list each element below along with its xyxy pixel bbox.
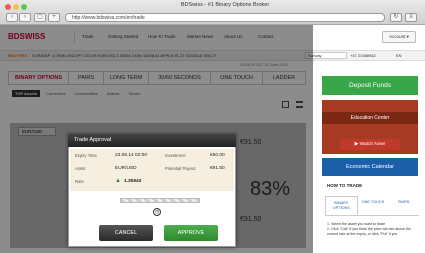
back-icon[interactable]: ‹ xyxy=(6,13,18,22)
phone-number: +47 21988982 xyxy=(350,53,376,58)
economic-calendar-button[interactable]: Economic Calendar xyxy=(322,158,418,176)
payout-value: €91.50 xyxy=(210,166,225,171)
expiry-label: Expiry Time xyxy=(75,153,97,158)
how-to-trade-tabs: BINARY OPTIONS ONE TOUCH PAIRS xyxy=(325,196,419,216)
clock-icon: ◷ xyxy=(153,208,161,216)
investment-value: €50.00 xyxy=(210,153,225,158)
close-window-icon[interactable] xyxy=(5,4,11,10)
reload-icon[interactable]: ↻ xyxy=(390,13,402,22)
education-center-title: Education Center xyxy=(322,112,418,124)
deposit-funds-button[interactable]: Deposit Funds xyxy=(322,76,418,95)
reader-icon[interactable]: ≡ xyxy=(405,13,417,22)
asset-value: EUR/USD xyxy=(115,166,137,171)
play-icon: ▶ xyxy=(354,142,359,147)
approve-button[interactable]: APPROVE xyxy=(164,225,218,241)
chevron-down-icon: ▾ xyxy=(406,34,409,39)
investment-label: Investment xyxy=(165,153,186,158)
how-to-steps: 1. Select the asset you want to trade 2.… xyxy=(327,222,417,237)
rate-label: Rate xyxy=(75,179,84,184)
address-bar[interactable]: http://www.bdswiss.com/en/trade xyxy=(65,13,385,22)
dialog-title: Trade Approval xyxy=(68,134,236,147)
share-icon[interactable]: ▢ xyxy=(34,13,46,22)
arrow-up-icon: ▲ xyxy=(115,178,121,184)
forward-icon[interactable]: › xyxy=(19,13,31,22)
processing-progress-bar xyxy=(120,198,200,203)
add-tab-icon[interactable]: + xyxy=(48,13,60,22)
watch-now-button[interactable]: ▶ Watch Now! xyxy=(340,139,400,150)
window-title: BDSwiss - #1 Binary Options Broker xyxy=(180,2,270,8)
account-button[interactable]: Account ▾ xyxy=(382,31,416,43)
howto-tab-binary-options[interactable]: BINARY OPTIONS xyxy=(325,196,358,215)
how-to-trade-heading: HOW TO TRADE xyxy=(327,183,363,188)
cancel-button[interactable]: CANCEL xyxy=(99,225,153,241)
account-label: Account xyxy=(389,34,406,39)
step-2: 2. Click "Call" if you think the price w… xyxy=(327,227,412,236)
rate-value: 1.35943 xyxy=(124,179,142,184)
howto-tab-pairs[interactable]: PAIRS xyxy=(388,196,419,215)
maximize-window-icon[interactable] xyxy=(21,4,27,10)
asset-label: Asset xyxy=(75,166,86,171)
language-select[interactable]: EN xyxy=(396,52,402,59)
payout-label: Potential Payout xyxy=(165,166,196,171)
howto-tab-one-touch[interactable]: ONE TOUCH xyxy=(358,196,389,215)
expiry-value: 23.06.14 02:00 xyxy=(115,153,148,158)
trade-details: Expiry Time 23.06.14 02:00 Investment €5… xyxy=(70,149,234,191)
minimize-window-icon[interactable] xyxy=(13,4,19,10)
watch-now-label: Watch Now! xyxy=(359,142,386,147)
